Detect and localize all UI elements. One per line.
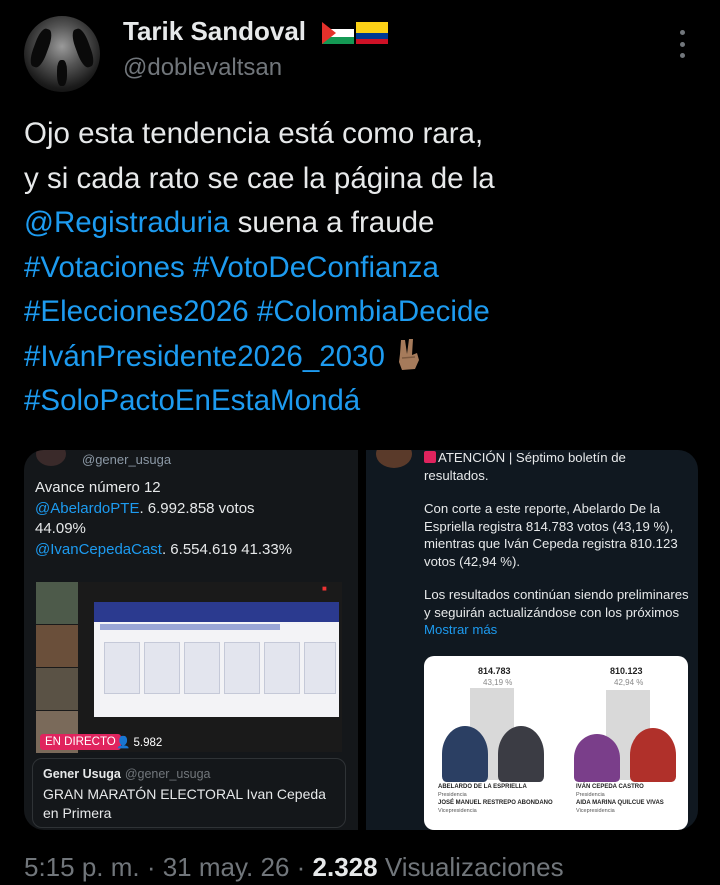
hashtag-link[interactable]: #VotoDeConfianza — [193, 251, 439, 284]
view-count: 2.328 — [312, 852, 378, 882]
alert-icon — [424, 451, 436, 463]
embedded-mention: @IvanCepedaCast — [35, 540, 162, 558]
avatar — [36, 450, 66, 466]
author-handle[interactable]: @doblevaltsan — [123, 54, 282, 82]
views-label: Visualizaciones — [377, 852, 564, 882]
live-badge: EN DIRECTO — [40, 734, 121, 750]
palestine-flag-icon — [322, 22, 354, 44]
left-role: Presidencia — [438, 792, 467, 798]
hashtag-link[interactable]: #IvánPresidente2026_2030 — [24, 340, 385, 373]
media-image-right[interactable]: ATENCIÓN | Séptimo boletín de resultados… — [366, 450, 698, 830]
results-screen — [94, 602, 339, 717]
candidate-photo — [630, 728, 676, 782]
left-votes: 814.783 — [478, 666, 511, 676]
embedded-tweet-text: Avance número 12 @AbelardoPTE. 6.992.858… — [35, 478, 355, 560]
left-percent: 43,19 % — [483, 678, 513, 687]
tweet-line: Ojo esta tendencia está como rara, — [24, 117, 484, 150]
embedded-handle: @gener_usuga — [82, 452, 172, 467]
right-role: Presidencia — [576, 792, 605, 798]
hashtag-link[interactable]: #Elecciones2026 — [24, 295, 249, 328]
colombia-flag-icon — [356, 22, 388, 44]
tweet-text: Ojo esta tendencia está como rara, y si … — [24, 112, 704, 424]
avatar — [376, 450, 412, 468]
quoted-handle: @gener_usuga — [124, 767, 211, 781]
camera-feed — [36, 625, 78, 667]
quoted-author-name: Gener Usuga — [43, 767, 121, 781]
camera-feed — [36, 668, 78, 710]
victory-hand-icon — [398, 338, 419, 370]
tweet-metadata: 5:15 p. m. · 31 may. 26 · 2.328 Visualiz… — [24, 852, 564, 883]
hashtag-link[interactable]: #Votaciones — [24, 251, 185, 284]
media-grid: @gener_usuga Avance número 12 @AbelardoP… — [24, 450, 698, 830]
timestamp[interactable]: 5:15 p. m. · 31 may. 26 · — [24, 852, 313, 882]
percent-text: 44.09% — [35, 520, 86, 537]
left-candidate: ABELARDO DE LA ESPRIELLA — [438, 784, 527, 790]
quoted-author: Gener Usuga @gener_usuga — [43, 767, 210, 781]
right-candidate: IVÁN CEPEDA CASTRO — [576, 784, 644, 790]
viewer-count-value: 5.982 — [133, 737, 163, 749]
candidate-photo — [498, 726, 544, 782]
right-votes: 810.123 — [610, 666, 643, 676]
viewer-count: 👤 5.982 — [116, 735, 162, 749]
left-vp: JOSÉ MANUEL RESTREPO ABONDANO — [438, 800, 553, 806]
embedded-mention: @AbelardoPTE — [35, 499, 140, 517]
profile-avatar[interactable] — [24, 16, 100, 92]
candidate-photo — [442, 726, 488, 782]
right-percent: 42,94 % — [614, 678, 644, 687]
hashtag-link[interactable]: #SoloPactoEnEstaMondá — [24, 384, 360, 417]
paragraph: Con corte a este reporte, Abelardo De la… — [424, 501, 678, 569]
embedded-tweet-text: ATENCIÓN | Séptimo boletín de resultados… — [424, 450, 692, 655]
author-name[interactable]: Tarik Sandoval — [123, 16, 306, 47]
camera-feed — [36, 582, 78, 624]
more-options-icon[interactable] — [670, 30, 694, 58]
person-icon: 👤 — [116, 737, 134, 749]
candidate-photo — [574, 734, 620, 782]
show-more-link: Mostrar más — [424, 622, 498, 637]
results-card: 814.783 43,19 % 810.123 42,94 % ABELARDO… — [424, 656, 688, 830]
hashtag-link[interactable]: #ColombiaDecide — [257, 295, 490, 328]
paragraph: Los resultados continúan siendo prelimin… — [424, 587, 689, 620]
alert-text: ATENCIÓN | Séptimo boletín de resultados… — [424, 450, 626, 483]
video-thumbnail: ■ — [36, 582, 342, 753]
left-vp-role: Vicepresidencia — [438, 808, 477, 814]
tweet-text-fragment: suena a fraude — [229, 206, 435, 239]
media-image-left[interactable]: @gener_usuga Avance número 12 @AbelardoP… — [24, 450, 358, 830]
quoted-tweet: Gener Usuga @gener_usuga GRAN MARATÓN ELE… — [32, 758, 346, 828]
tweet-line: y si cada rato se cae la página de la — [24, 161, 495, 195]
right-vp: AIDA MARINA QUILCUE VIVAS — [576, 800, 664, 806]
advance-text: Avance número 12 — [35, 479, 161, 496]
channel-logo: ■ — [322, 584, 327, 593]
flag-emojis — [322, 22, 388, 44]
quoted-text: GRAN MARATÓN ELECTORAL Ivan Cepeda en Pr… — [43, 786, 326, 821]
votes-text: . 6.992.858 votos — [139, 499, 255, 517]
votes-text: . 6.554.619 41.33% — [161, 540, 293, 558]
mention-link[interactable]: @Registraduria — [24, 206, 229, 239]
right-vp-role: Vicepresidencia — [576, 808, 615, 814]
